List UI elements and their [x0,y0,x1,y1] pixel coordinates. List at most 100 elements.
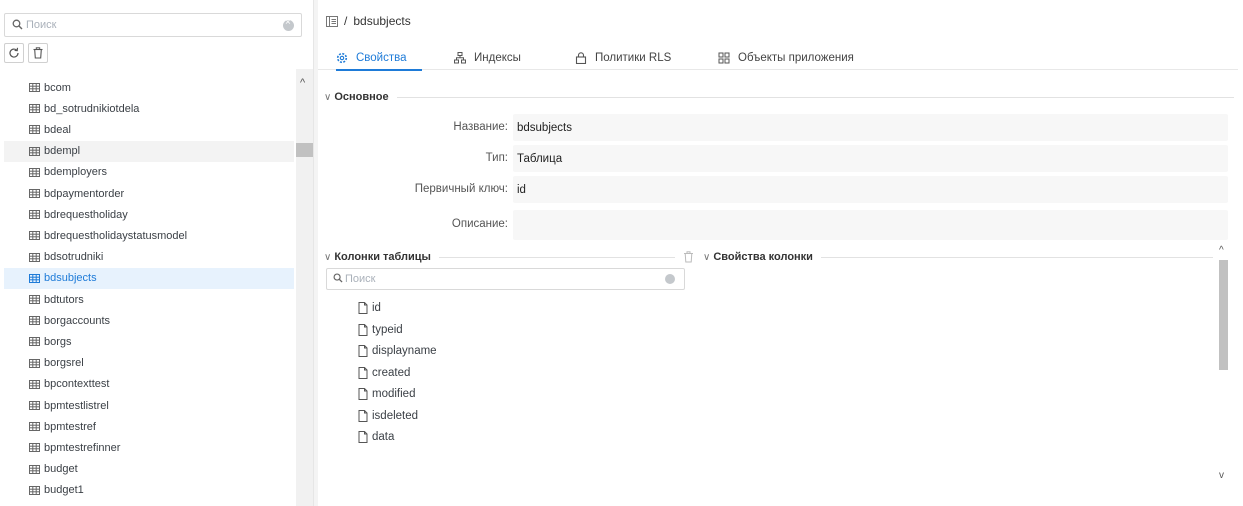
table-list-item[interactable]: bpmtestlistrel [4,395,294,416]
file-icon [358,409,368,422]
file-icon [358,323,368,336]
section-divider [396,96,1234,98]
table-list-item[interactable]: bdsotrudniki [4,247,294,268]
column-list-item[interactable]: modified [358,384,415,404]
table-icon [29,379,40,389]
chevron-down-icon: ∨ [324,91,332,103]
basic-section-header[interactable]: ∨ Основное [324,91,1234,103]
table-list-panel: Поиск bcom bd_sotrudnikiotdelabdeal bdempl… [0,0,313,506]
table-search-input[interactable]: Поиск [4,13,302,37]
chevron-up-icon[interactable]: ^ [300,77,305,89]
table-list-item[interactable]: bdemployers [4,162,294,183]
tab-app-objects[interactable]: Объекты приложения [718,46,854,70]
tab-properties[interactable]: Свойства [336,46,422,71]
table-list-item[interactable]: bpcontexttest [4,374,294,395]
tree-scrollbar[interactable]: ^ [296,69,313,506]
scrollbar-thumb[interactable] [296,143,313,157]
chevron-down-icon: ∨ [324,251,332,263]
table-icon [29,358,40,368]
table-list-item[interactable]: bdempl [4,140,294,162]
file-icon [358,302,368,314]
chevron-down-icon: ∨ [703,251,711,263]
tab-rls-policies[interactable]: Политики RLS [575,46,671,70]
tab-label: Политики RLS [595,52,672,64]
table-name: borgsrel [44,357,84,370]
table-list-item[interactable]: borgsrel [4,353,294,374]
type-field[interactable]: Таблица [513,145,1228,172]
table-icon [29,273,40,283]
table-name: bdsotrudniki [44,251,104,264]
table-name: bpmtestlistrel [44,399,109,412]
chevron-up-icon[interactable]: ^ [1219,245,1224,256]
table-list-item[interactable]: bdtutors [4,289,294,310]
column-list-item[interactable]: displayname [358,341,437,361]
table-list-item[interactable]: budget1 [4,480,294,501]
table-icon [29,401,40,410]
refresh-button[interactable] [4,43,24,63]
table-icon [29,125,40,135]
table-icon [29,422,40,432]
delete-button[interactable] [28,43,48,63]
table-name: borgaccounts [44,314,111,327]
table-icon [29,210,40,220]
section-divider [438,256,675,258]
table-list-item[interactable]: bpmtestrefinner [4,437,294,458]
search-placeholder: Поиск [26,19,57,31]
column-props-section-header[interactable]: ∨ Свойства колонки [703,251,1213,263]
search-placeholder: Поиск [345,273,376,285]
chevron-down-icon[interactable]: v [1219,470,1224,481]
primary-key-value: id [517,183,526,196]
column-name: modified [372,388,416,400]
column-search-input[interactable]: Поиск [326,268,685,290]
table-list-item[interactable]: bpmtestref [4,416,294,437]
table-name: borgs [44,335,72,348]
table-tree: bcom bd_sotrudnikiotdela bdeal bdempl bdempl… [0,69,296,506]
trash-icon[interactable] [683,251,694,263]
table-list-item[interactable]: bdrequestholiday [4,204,294,225]
type-label: Тип: [485,152,508,164]
tab-indexes[interactable]: Индексы [454,46,521,70]
table-list-item[interactable]: bdsubjects [4,267,294,289]
file-icon [358,366,368,379]
table-icon [29,231,40,241]
table-list-item[interactable]: borgaccounts [4,310,294,331]
grid-icon [718,52,730,64]
table-list-item[interactable]: bdeal [4,119,294,140]
description-field[interactable] [513,210,1228,240]
gear-icon [336,52,348,64]
section-divider [820,256,1213,258]
column-list-item[interactable]: isdeleted [358,406,418,426]
hierarchy-icon [454,52,466,64]
table-list-item[interactable]: bd_sotrudnikiotdela [4,98,294,119]
column-name: typeid [372,323,403,336]
column-list-item[interactable]: id [358,298,381,318]
primary-key-label: Первичный ключ: [414,183,508,195]
column-name: isdeleted [372,409,419,422]
column-list-item[interactable]: data [358,427,394,447]
column-list-item[interactable]: typeid [358,320,403,340]
collapse-sidebar-icon[interactable] [326,15,338,27]
column-name: created [372,366,411,379]
column-name: id [372,302,381,314]
table-icon [29,485,40,495]
name-field[interactable]: bdsubjects [513,114,1228,141]
table-list-item[interactable]: bcom [4,77,294,98]
column-list-item[interactable]: created [358,363,410,383]
table-list-item[interactable]: budget [4,459,294,480]
column-props-section-title: Свойства колонки [713,251,813,263]
properties-scrollbar[interactable]: ^ v [1216,245,1230,485]
table-icon [29,316,40,326]
tab-label: Объекты приложения [738,52,854,64]
clear-icon[interactable] [283,17,294,31]
table-list-item[interactable]: bdrequestholidaystatusmodel [4,225,294,246]
table-name: bpmtestref [44,420,96,433]
table-list-item[interactable]: bdpaymentorder [4,183,294,204]
table-list-item[interactable]: borgs [4,331,294,352]
tab-label: Индексы [474,52,521,64]
scrollbar-thumb[interactable] [1219,260,1228,370]
primary-key-field[interactable]: id [513,176,1228,203]
file-icon [358,388,368,400]
file-icon [358,431,368,443]
clear-icon[interactable] [665,274,675,284]
columns-section-header[interactable]: ∨ Колонки таблицы [324,251,694,263]
